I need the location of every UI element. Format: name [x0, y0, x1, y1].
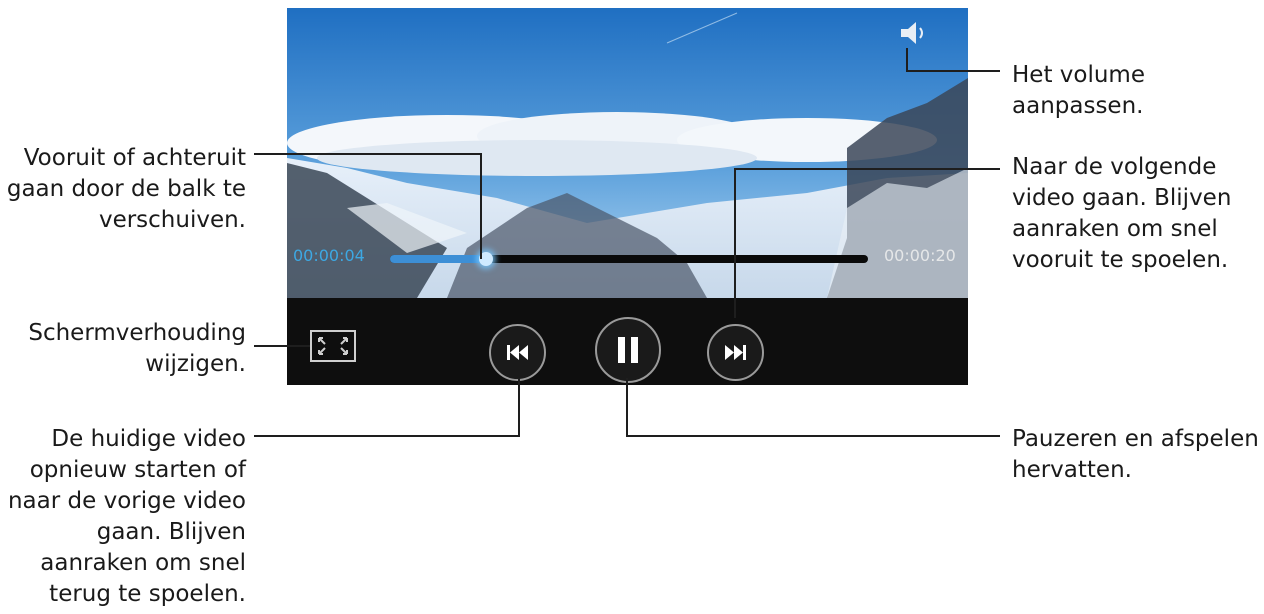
skip-next-icon	[725, 345, 746, 360]
leader-line-next	[734, 168, 1000, 170]
leader-line-volume	[906, 70, 1000, 72]
pause-icon	[618, 337, 638, 363]
control-bar	[287, 298, 968, 385]
skip-previous-icon	[507, 345, 528, 360]
seek-bar[interactable]	[390, 252, 868, 266]
video-player[interactable]: 00:00:04 00:00:20	[287, 8, 968, 385]
callout-seek: Vooruit of achteruit gaan door de balk t…	[6, 145, 246, 233]
leader-line-seek	[254, 153, 482, 155]
leader-line-prev	[254, 435, 520, 437]
pause-button[interactable]	[595, 317, 661, 383]
callout-prev: De huidige video opnieuw starten of naar…	[7, 426, 246, 607]
seek-progress	[390, 255, 486, 263]
callout-next: Naar de volgende video gaan. Blijven aan…	[1012, 154, 1232, 273]
callout-pause: Pauzeren en afspelen hervatten.	[1012, 426, 1259, 483]
callout-aspect: Schermverhouding wijzigen.	[28, 320, 246, 377]
leader-line-aspect	[254, 345, 310, 347]
leader-line-prev	[518, 378, 520, 437]
current-time: 00:00:04	[293, 246, 365, 265]
leader-line-pause	[626, 378, 628, 437]
next-button[interactable]	[707, 324, 764, 381]
volume-icon[interactable]	[898, 18, 932, 48]
total-time: 00:00:20	[884, 246, 956, 265]
leader-line-pause	[626, 435, 1000, 437]
callout-volume: Het volume aanpassen.	[1012, 62, 1145, 119]
leader-line-seek	[480, 153, 482, 259]
aspect-ratio-icon[interactable]	[310, 330, 356, 362]
leader-line-volume	[906, 48, 908, 72]
leader-line-next	[734, 168, 736, 318]
previous-button[interactable]	[489, 324, 546, 381]
